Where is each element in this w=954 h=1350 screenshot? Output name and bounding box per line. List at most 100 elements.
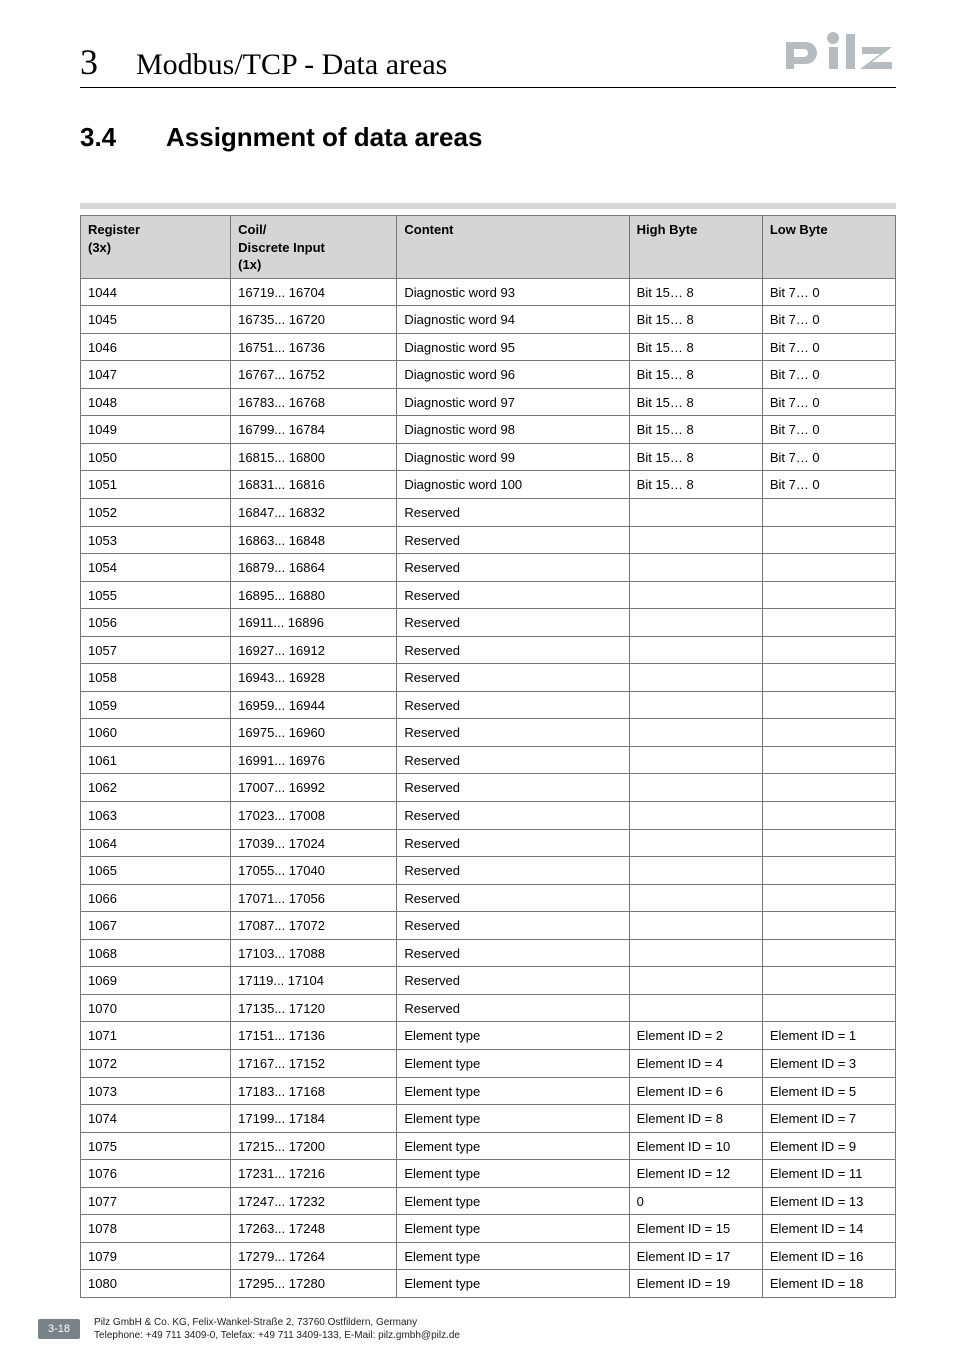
section-number: 3.4 (80, 122, 166, 153)
table-cell: Element ID = 15 (629, 1215, 762, 1243)
table-cell (629, 581, 762, 609)
table-cell: 1049 (81, 416, 231, 444)
table-row: 105216847... 16832Reserved (81, 499, 896, 527)
table-row: 108017295... 17280Element typeElement ID… (81, 1270, 896, 1298)
table-row: 104916799... 16784Diagnostic word 98Bit … (81, 416, 896, 444)
table-cell: 17119... 17104 (231, 967, 397, 995)
table-cell: Element ID = 18 (762, 1270, 895, 1298)
table-cell: 1050 (81, 443, 231, 471)
table-cell: Reserved (397, 912, 629, 940)
table-row: 107117151... 17136Element typeElement ID… (81, 1022, 896, 1050)
table-cell: 1075 (81, 1132, 231, 1160)
th-coil: Coil/ Discrete Input (1x) (231, 216, 397, 279)
table-cell: 1057 (81, 636, 231, 664)
table-cell: Element type (397, 1270, 629, 1298)
table-cell: Reserved (397, 609, 629, 637)
table-cell: 1061 (81, 746, 231, 774)
table-cell: Element ID = 1 (762, 1022, 895, 1050)
table-cell: Bit 15… 8 (629, 388, 762, 416)
table-cell (629, 939, 762, 967)
table-cell: 16863... 16848 (231, 526, 397, 554)
table-cell: 17023... 17008 (231, 802, 397, 830)
table-cell: 17007... 16992 (231, 774, 397, 802)
table-cell: Diagnostic word 97 (397, 388, 629, 416)
table-cell: 16975... 16960 (231, 719, 397, 747)
table-cell: 1077 (81, 1187, 231, 1215)
table-cell (762, 526, 895, 554)
table-cell: 16911... 16896 (231, 609, 397, 637)
table-cell: 1076 (81, 1160, 231, 1188)
table-cell: 17151... 17136 (231, 1022, 397, 1050)
table-cell: Element ID = 8 (629, 1105, 762, 1133)
table-cell: 16767... 16752 (231, 361, 397, 389)
table-row: 106417039... 17024Reserved (81, 829, 896, 857)
table-cell: 1064 (81, 829, 231, 857)
table-row: 104716767... 16752Diagnostic word 96Bit … (81, 361, 896, 389)
table-cell: 1059 (81, 691, 231, 719)
table-cell: 1074 (81, 1105, 231, 1133)
th-lowbyte: Low Byte (762, 216, 895, 279)
table-row: 104416719... 16704Diagnostic word 93Bit … (81, 278, 896, 306)
table-row: 106917119... 17104Reserved (81, 967, 896, 995)
table-cell: 16735... 16720 (231, 306, 397, 334)
chapter-title: Modbus/TCP - Data areas (136, 48, 447, 82)
table-cell: 1066 (81, 884, 231, 912)
table-row: 106817103... 17088Reserved (81, 939, 896, 967)
table-cell: Diagnostic word 99 (397, 443, 629, 471)
table-cell: 16847... 16832 (231, 499, 397, 527)
table-cell (762, 691, 895, 719)
table-cell: 1052 (81, 499, 231, 527)
table-cell: Reserved (397, 526, 629, 554)
table-cell (762, 664, 895, 692)
table-cell (629, 499, 762, 527)
table-cell: Bit 7… 0 (762, 388, 895, 416)
table-cell: Element ID = 10 (629, 1132, 762, 1160)
table-cell (629, 691, 762, 719)
table-row: 105416879... 16864Reserved (81, 554, 896, 582)
table-cell: 1080 (81, 1270, 231, 1298)
table-cell: Diagnostic word 96 (397, 361, 629, 389)
table-cell: 16831... 16816 (231, 471, 397, 499)
table-cell: Diagnostic word 98 (397, 416, 629, 444)
table-cell: 0 (629, 1187, 762, 1215)
table-cell: 17199... 17184 (231, 1105, 397, 1133)
table-cell (629, 967, 762, 995)
table-cell: 1070 (81, 994, 231, 1022)
table-cell (629, 857, 762, 885)
table-cell: Element type (397, 1160, 629, 1188)
page-header: 3 Modbus/TCP - Data areas (80, 30, 896, 88)
table-cell (629, 774, 762, 802)
table-cell: 1046 (81, 333, 231, 361)
table-cell: Reserved (397, 554, 629, 582)
table-row: 105716927... 16912Reserved (81, 636, 896, 664)
table-cell: 16895... 16880 (231, 581, 397, 609)
table-cell: Bit 7… 0 (762, 443, 895, 471)
table-top-bar (80, 203, 896, 209)
table-row: 104516735... 16720Diagnostic word 94Bit … (81, 306, 896, 334)
table-cell: Reserved (397, 802, 629, 830)
table-row: 104816783... 16768Diagnostic word 97Bit … (81, 388, 896, 416)
table-row: 105516895... 16880Reserved (81, 581, 896, 609)
table-row: 106116991... 16976Reserved (81, 746, 896, 774)
table-cell: 1044 (81, 278, 231, 306)
table-cell: Element type (397, 1077, 629, 1105)
table-cell: Bit 7… 0 (762, 416, 895, 444)
table-cell (762, 609, 895, 637)
table-cell: Bit 15… 8 (629, 471, 762, 499)
table-row: 105916959... 16944Reserved (81, 691, 896, 719)
table-cell: 1079 (81, 1242, 231, 1270)
table-row: 106016975... 16960Reserved (81, 719, 896, 747)
table-cell: Element ID = 9 (762, 1132, 895, 1160)
table-cell: Reserved (397, 884, 629, 912)
table-cell (629, 994, 762, 1022)
table-cell: Bit 15… 8 (629, 333, 762, 361)
table-row: 107317183... 17168Element typeElement ID… (81, 1077, 896, 1105)
table-cell (762, 857, 895, 885)
table-cell: Reserved (397, 857, 629, 885)
table-cell (762, 994, 895, 1022)
table-cell: 17263... 17248 (231, 1215, 397, 1243)
table-cell: 17055... 17040 (231, 857, 397, 885)
table-cell: 1067 (81, 912, 231, 940)
table-cell: Element ID = 5 (762, 1077, 895, 1105)
table-cell: Element ID = 12 (629, 1160, 762, 1188)
